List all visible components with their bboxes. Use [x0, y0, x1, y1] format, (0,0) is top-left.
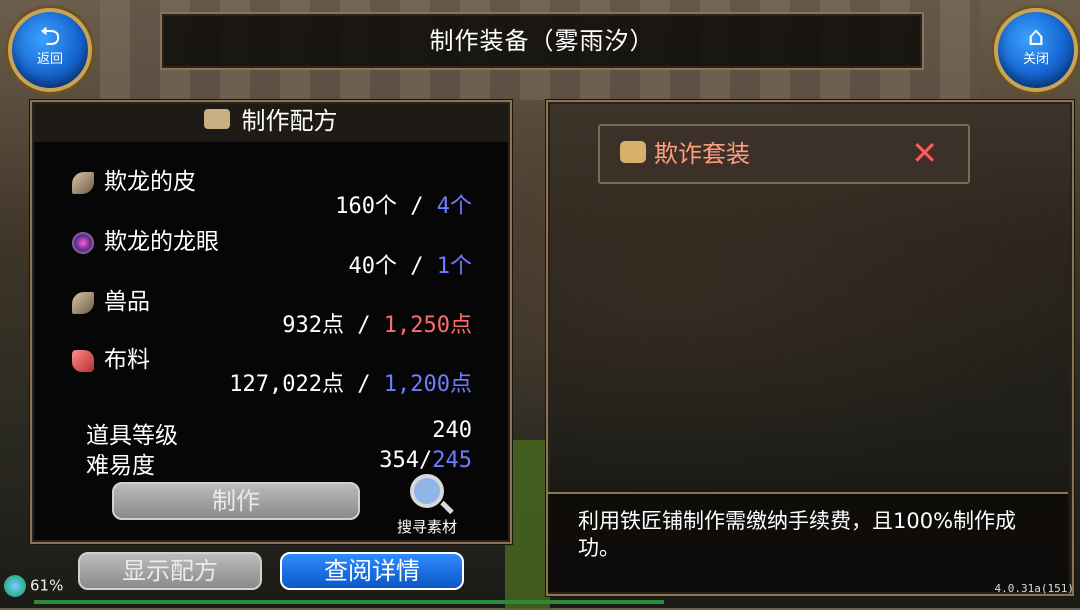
set-selection[interactable]: 欺诈套装 ✕ — [598, 124, 970, 184]
set-name: 欺诈套装 — [654, 140, 750, 168]
version-label: 4.0.31a(151) — [994, 582, 1074, 595]
material-item: 欺龙的皮 — [72, 162, 196, 196]
material-item: 布料 — [72, 340, 150, 374]
material-qty: 127,022点 / 1,200点 — [229, 372, 472, 397]
material-item: 欺龙的龙眼 — [72, 222, 219, 256]
title-bar: 制作装备（雾雨汐） — [160, 12, 924, 70]
view-details-button[interactable]: 查阅详情 — [280, 552, 464, 590]
search-materials-label: 搜寻素材 — [396, 518, 457, 536]
magnifier-icon — [410, 474, 444, 508]
cloth-icon — [72, 349, 94, 372]
show-recipe-button[interactable]: 显示配方 — [78, 552, 262, 590]
difficulty-value: 354/245 — [379, 448, 472, 473]
material-qty: 160个 / 4个 — [335, 194, 472, 219]
item-level-label: 道具等级 — [86, 423, 178, 449]
craft-button[interactable]: 制作 — [112, 482, 360, 520]
search-materials-button[interactable]: 搜寻素材 — [382, 474, 472, 537]
description-box: 利用铁匠铺制作需缴纳手续费，且100%制作成功。 — [548, 492, 1068, 592]
back-button[interactable]: ⮌ 返回 — [8, 8, 92, 92]
eye-icon — [72, 231, 94, 254]
battery-indicator: 61% — [4, 575, 63, 597]
material-item: 兽品 — [72, 282, 150, 316]
status-orb-icon — [4, 575, 26, 597]
material-qty: 932点 / 1,250点 — [282, 313, 472, 338]
recipe-title: 制作配方 — [241, 107, 338, 135]
claw-icon — [72, 291, 94, 314]
back-arrow-icon: ⮌ — [39, 22, 61, 52]
progress-bar — [34, 600, 664, 604]
difficulty-label: 难易度 — [86, 453, 155, 479]
close-button[interactable]: ⌂ 关闭 — [994, 8, 1078, 92]
description-text: 利用铁匠铺制作需缴纳手续费，且100%制作成功。 — [578, 509, 1017, 560]
page-title: 制作装备（雾雨汐） — [429, 27, 655, 55]
item-level-value: 240 — [432, 418, 472, 443]
claw-icon — [72, 171, 94, 194]
recipe-scroll-icon — [204, 109, 231, 129]
close-icon[interactable]: ✕ — [911, 134, 938, 172]
material-qty: 40个 / 1个 — [348, 254, 473, 279]
scroll-icon — [620, 141, 646, 163]
recipe-header: 制作配方 — [32, 102, 510, 140]
home-icon: ⌂ — [1027, 22, 1045, 52]
